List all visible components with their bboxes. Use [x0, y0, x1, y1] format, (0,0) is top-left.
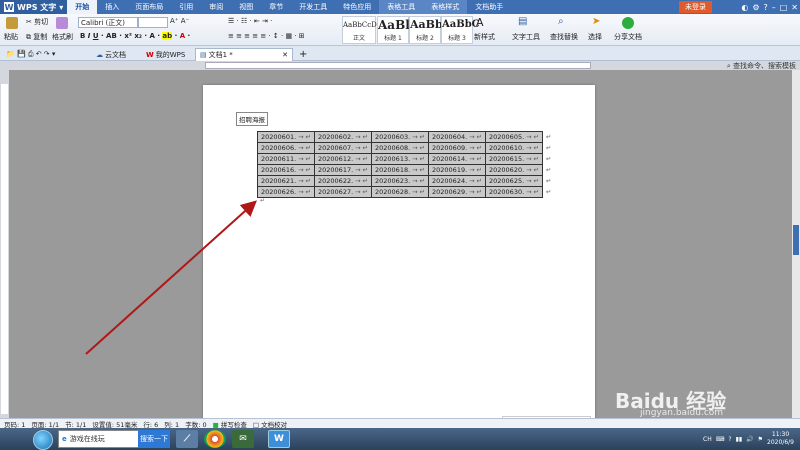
volume-icon[interactable]: 🔊	[746, 436, 753, 443]
status-bar: 页码: 1 页面: 1/1 节: 1/1 设置值: 51毫米 行: 6 列: 1…	[0, 418, 800, 429]
spell-check-toggle[interactable]: ■ 拼写检查	[213, 419, 247, 429]
status-setting: 设置值: 51毫米	[92, 420, 138, 429]
taskbar-app-pin[interactable]: ⟋	[176, 430, 198, 448]
wechat-icon[interactable]: ✉	[232, 430, 254, 448]
doc-proof-toggle[interactable]: □ 文档校对	[253, 419, 287, 429]
start-button[interactable]	[33, 430, 53, 450]
status-section: 节: 1/1	[65, 420, 87, 429]
keyboard-icon[interactable]: ⌨	[716, 436, 725, 443]
help-icon[interactable]: ?	[728, 436, 731, 443]
wps-taskbar-icon[interactable]: W	[268, 430, 290, 448]
taskbar-search-button[interactable]: 搜索一下	[138, 430, 170, 448]
network-icon[interactable]: ▮▮	[736, 436, 743, 443]
language-indicator[interactable]: CH	[703, 436, 712, 443]
annotation-arrow	[85, 200, 257, 355]
clock-time: 11:30	[771, 431, 790, 438]
status-words[interactable]: 字数: 0	[185, 419, 206, 429]
chrome-icon[interactable]	[204, 430, 226, 448]
clock[interactable]: 11:30 2020/6/9	[767, 431, 794, 447]
status-row: 行: 6	[143, 420, 159, 429]
search-text: 游戏在线玩	[69, 435, 105, 443]
system-tray: CH ⌨ ? ▮▮ 🔊 ⚑ 11:30 2020/6/9	[703, 428, 800, 450]
flag-icon[interactable]: ⚑	[758, 436, 763, 443]
ie-icon: e	[62, 435, 67, 443]
status-col: 列: 1	[164, 420, 180, 429]
status-pages: 页面: 1/1	[31, 420, 60, 429]
baidu-watermark-url: jingyan.baidu.com	[640, 408, 724, 418]
clock-date: 2020/6/9	[767, 439, 794, 446]
status-page-number: 页码: 1	[4, 420, 26, 429]
